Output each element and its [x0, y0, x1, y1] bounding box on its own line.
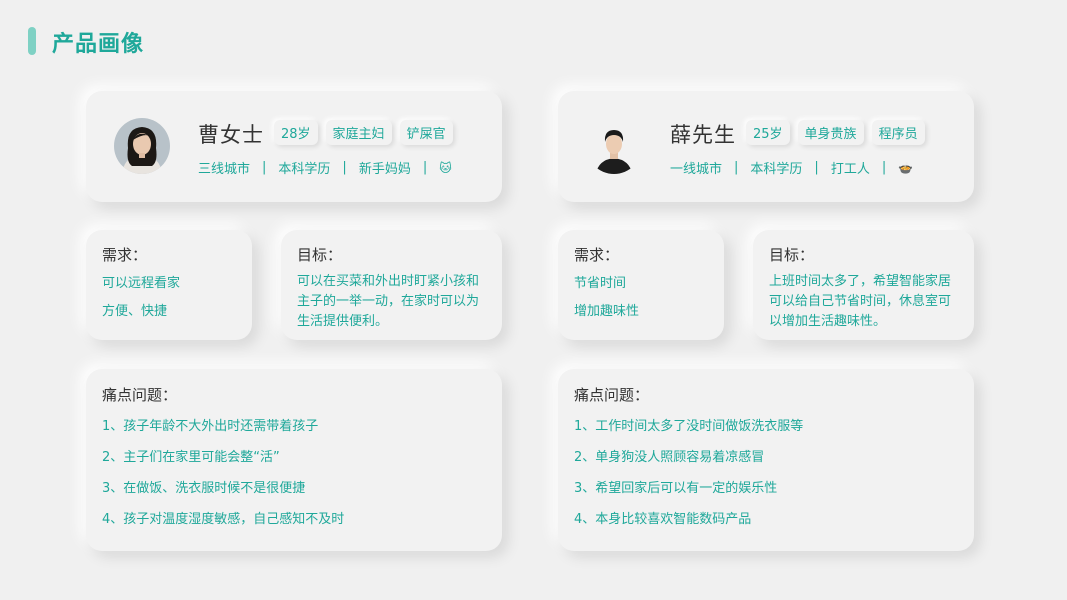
- pain-list: 1、孩子年龄不大外出时还需带着孩子 2、主子们在家里可能会整“活” 3、在做饭、…: [102, 417, 344, 541]
- list-item: 增加趣味性: [574, 304, 640, 319]
- attr-education: 本科学历: [750, 162, 803, 177]
- list-item: 可以远程看家: [102, 276, 181, 291]
- page-title: 产品画像: [52, 32, 145, 57]
- list-item: 2、单身狗没人照顾容易着凉感冒: [574, 450, 765, 465]
- list-item: 3、在做饭、洗衣服时候不是很便捷: [102, 481, 306, 496]
- persona-card-xue: 薛先生 25岁 单身贵族 程序员 一线城市 | 本科学历 | 打工人 | 🍲: [558, 91, 974, 202]
- divider: |: [734, 160, 739, 175]
- goal-text: 上班时间太多了，希望智能家居可以给自己节省时间，休息室可以增加生活趣味性。: [769, 274, 952, 329]
- persona-attributes: 三线城市 | 本科学历 | 新手妈妈 | 🐱: [198, 158, 452, 177]
- list-item: 1、工作时间太多了没时间做饭洗衣服等: [574, 419, 804, 434]
- list-item: 4、本身比较喜欢智能数码产品: [574, 512, 752, 527]
- persona-name: 薛先生: [670, 123, 736, 147]
- persona-attributes: 一线城市 | 本科学历 | 打工人 | 🍲: [670, 158, 913, 177]
- list-item: 方便、快捷: [102, 304, 168, 319]
- list-item: 4、孩子对温度湿度敏感，自己感知不及时: [102, 512, 345, 527]
- pain-list: 1、工作时间太多了没时间做饭洗衣服等 2、单身狗没人照顾容易着凉感冒 3、希望回…: [574, 417, 803, 541]
- rice-cooker-icon: 🍲: [898, 160, 914, 175]
- persona-name: 曹女士: [198, 123, 264, 147]
- needs-title: 需求：: [102, 246, 148, 264]
- needs-list: 可以远程看家 方便、快捷: [102, 274, 180, 330]
- divider: |: [262, 160, 267, 175]
- divider: |: [342, 160, 347, 175]
- tag-hobby: 铲屎官: [399, 120, 453, 145]
- divider: |: [881, 160, 887, 175]
- divider: |: [422, 160, 428, 175]
- avatar: [114, 118, 170, 174]
- list-item: 2、主子们在家里可能会整“活”: [102, 450, 280, 465]
- persona-card-cao: 曹女士 28岁 家庭主妇 铲屎官 三线城市 | 本科学历 | 新手妈妈 | 🐱: [86, 91, 502, 202]
- goal-text: 可以在买菜和外出时盯紧小孩和主子的一举一动，在家时可以为生活提供便利。: [297, 274, 480, 329]
- needs-card-xue: 需求： 节省时间 增加趣味性: [558, 230, 724, 340]
- tag-age: 28岁: [274, 120, 318, 145]
- attr-identity: 新手妈妈: [358, 162, 411, 177]
- pain-title: 痛点问题：: [574, 386, 650, 404]
- list-item: 节省时间: [574, 276, 627, 291]
- persona-tags: 28岁 家庭主妇 铲屎官: [274, 120, 453, 145]
- pain-card-cao: 痛点问题： 1、孩子年龄不大外出时还需带着孩子 2、主子们在家里可能会整“活” …: [86, 369, 502, 551]
- cat-icon: 🐱: [439, 160, 452, 175]
- tag-status: 单身贵族: [797, 120, 864, 145]
- pain-title: 痛点问题：: [102, 386, 178, 404]
- divider: |: [814, 160, 819, 175]
- list-item: 3、希望回家后可以有一定的娱乐性: [574, 481, 778, 496]
- tag-job: 程序员: [871, 120, 925, 145]
- tag-role: 家庭主妇: [325, 120, 392, 145]
- goal-title: 目标：: [297, 246, 343, 264]
- pain-card-xue: 痛点问题： 1、工作时间太多了没时间做饭洗衣服等 2、单身狗没人照顾容易着凉感冒…: [558, 369, 974, 551]
- goal-title: 目标：: [769, 246, 815, 264]
- attr-city: 三线城市: [198, 162, 251, 177]
- avatar: [586, 118, 642, 174]
- needs-card-cao: 需求： 可以远程看家 方便、快捷: [86, 230, 252, 340]
- attr-education: 本科学历: [278, 162, 331, 177]
- attr-city: 一线城市: [670, 162, 723, 177]
- title-accent-bar: [28, 27, 36, 55]
- needs-title: 需求：: [574, 246, 620, 264]
- goal-card-cao: 目标： 可以在买菜和外出时盯紧小孩和主子的一举一动，在家时可以为生活提供便利。: [281, 230, 502, 340]
- needs-list: 节省时间 增加趣味性: [574, 274, 639, 330]
- goal-card-xue: 目标： 上班时间太多了，希望智能家居可以给自己节省时间，休息室可以增加生活趣味性…: [753, 230, 974, 340]
- persona-tags: 25岁 单身贵族 程序员: [746, 120, 925, 145]
- attr-identity: 打工人: [830, 162, 870, 177]
- list-item: 1、孩子年龄不大外出时还需带着孩子: [102, 419, 319, 434]
- tag-age: 25岁: [746, 120, 790, 145]
